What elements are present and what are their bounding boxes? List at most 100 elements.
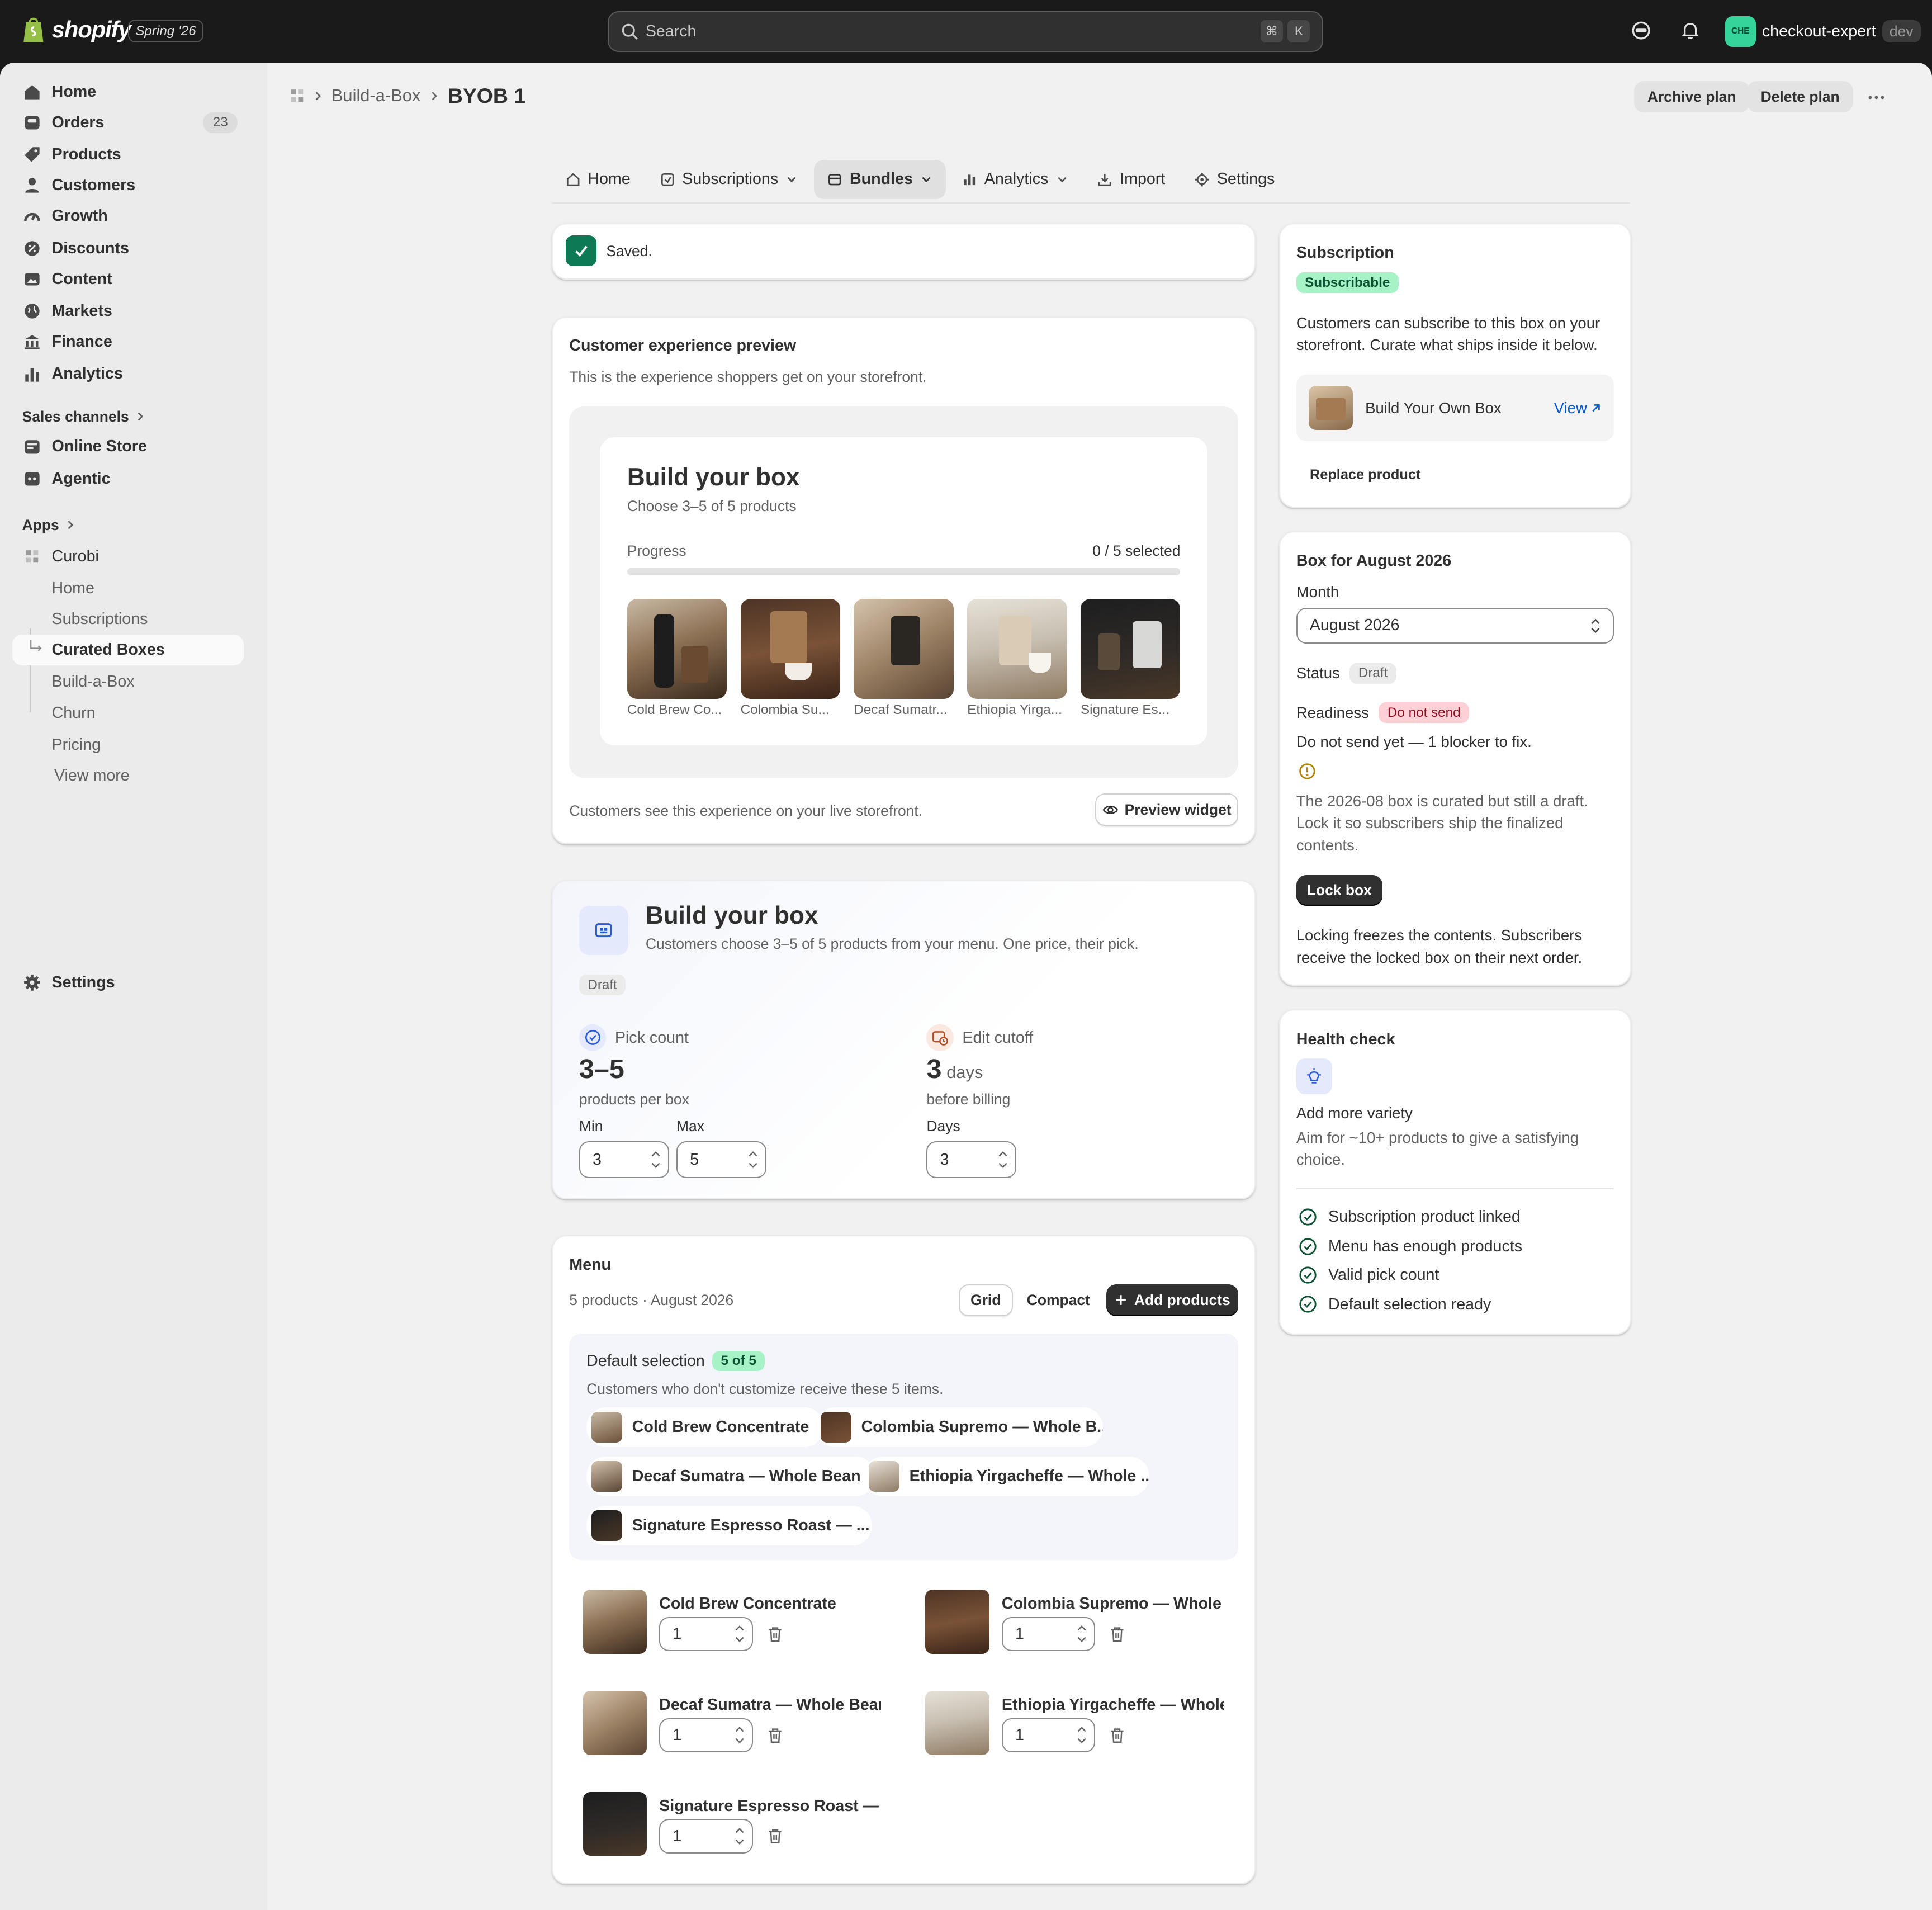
trash-icon[interactable] [765, 1826, 785, 1846]
stepper-arrows-icon[interactable] [1076, 1723, 1088, 1747]
notifications-button[interactable] [1678, 18, 1703, 43]
stepper-arrows-icon[interactable] [997, 1147, 1009, 1172]
shopify-logo[interactable]: shopify [22, 16, 131, 43]
quantity-value: 1 [1015, 1625, 1024, 1643]
sales-channels-header[interactable]: Sales channels [22, 408, 145, 426]
readiness-label: Readiness [1296, 703, 1369, 721]
lock-box-button[interactable]: Lock box [1296, 874, 1382, 906]
app-item-pricing[interactable]: Pricing [12, 730, 244, 760]
sidebar-item-label: Home [51, 82, 97, 101]
edit-cutoff-label: Edit cutoff [962, 1029, 1034, 1047]
trash-icon[interactable] [765, 1624, 785, 1644]
search-input[interactable]: Search ⌘ K [607, 11, 1324, 52]
view-product-link[interactable]: View [1554, 399, 1602, 417]
logo-text: shopify [51, 16, 131, 42]
sidebar-item-analytics[interactable]: Analytics [12, 358, 244, 389]
more-actions-button[interactable] [1863, 85, 1890, 110]
subscribable-badge: Subscribable [1296, 272, 1399, 293]
app-item-churn[interactable]: Churn [12, 698, 244, 729]
sidebar-item-finance[interactable]: Finance [12, 327, 244, 357]
divider [1296, 1188, 1614, 1189]
quantity-stepper[interactable]: 1 [659, 1718, 753, 1753]
sidebar-item-products[interactable]: Products [12, 139, 244, 170]
section-label: Sales channels [22, 408, 129, 425]
widget-product[interactable]: Signature Es... [1080, 599, 1182, 718]
sidebar-item-discounts[interactable]: Discounts [12, 233, 244, 264]
tab-analytics[interactable]: Analytics [949, 160, 1082, 200]
widget-product[interactable]: Decaf Sumatr... [854, 599, 955, 718]
widget-product[interactable]: Colombia Su... [740, 599, 842, 718]
stepper-arrows-icon[interactable] [1076, 1621, 1088, 1646]
store-switcher[interactable]: CHE checkout-expert dev [1725, 16, 1921, 47]
tab-subscriptions[interactable]: Subscriptions [646, 160, 811, 200]
box-subtitle: Customers choose 3–5 of 5 products from … [645, 935, 1139, 952]
status-row: Status Draft [1296, 663, 1396, 684]
breadcrumb-parent-link[interactable]: Build-a-Box [332, 86, 420, 106]
quantity-stepper[interactable]: 1 [659, 1616, 753, 1652]
stepper-arrows-icon[interactable] [733, 1824, 746, 1848]
widget-product[interactable]: Ethiopia Yirga... [967, 599, 1068, 718]
sidebar-item-growth[interactable]: Growth [12, 201, 244, 231]
apps-header[interactable]: Apps [22, 517, 75, 534]
customer-preview-card: Customer experience preview This is the … [552, 316, 1256, 844]
min-stepper[interactable]: 3 [579, 1141, 669, 1179]
min-label: Min [579, 1118, 603, 1135]
health-check-item: Valid pick count [1299, 1266, 1439, 1284]
chip-image [591, 1460, 623, 1492]
stepper-arrows-icon[interactable] [650, 1147, 662, 1172]
default-chip: Cold Brew Concentrate [586, 1407, 824, 1447]
archive-plan-button[interactable]: Archive plan [1633, 81, 1750, 112]
quantity-stepper[interactable]: 1 [659, 1819, 753, 1854]
tab-settings[interactable]: Settings [1181, 160, 1289, 200]
tab-bundles[interactable]: Bundles [814, 159, 946, 200]
app-item-subscriptions[interactable]: Subscriptions [12, 604, 244, 635]
app-item-view-more[interactable]: View more [12, 760, 244, 791]
grid-view-button[interactable]: Grid [958, 1284, 1013, 1316]
quantity-value: 1 [673, 1625, 682, 1643]
add-products-button[interactable]: Add products [1106, 1284, 1239, 1316]
quantity-stepper[interactable]: 1 [1001, 1718, 1096, 1753]
sidebar-item-customers[interactable]: Customers [12, 170, 244, 201]
trash-icon[interactable] [1107, 1624, 1127, 1644]
delete-plan-button[interactable]: Delete plan [1747, 81, 1853, 112]
chip-label: Signature Espresso Roast — ... [632, 1516, 870, 1535]
app-item-build-a-box[interactable]: Build-a-Box [12, 666, 244, 697]
sidebar-item-orders[interactable]: Orders 23 [12, 107, 244, 138]
status-badge: Draft [579, 975, 626, 996]
app-item-home[interactable]: Home [12, 573, 244, 604]
tab-label: Subscriptions [682, 170, 779, 188]
sidebar-item-online-store[interactable]: Online Store [12, 431, 244, 462]
app-item-curated-boxes[interactable]: Curated Boxes [12, 635, 244, 666]
tab-import[interactable]: Import [1084, 160, 1178, 200]
sidekick-button[interactable] [1629, 18, 1654, 43]
quantity-stepper[interactable]: 1 [1001, 1616, 1096, 1652]
trash-icon[interactable] [765, 1725, 785, 1745]
days-stepper[interactable]: 3 [926, 1141, 1017, 1179]
store-name: checkout-expert [1761, 22, 1876, 40]
max-stepper[interactable]: 5 [676, 1141, 766, 1179]
sidebar-item-curobi[interactable]: Curobi [12, 541, 244, 572]
linked-product: Build Your Own Box View [1296, 375, 1614, 442]
stepper-arrows-icon[interactable] [733, 1723, 746, 1747]
sidebar-item-agentic[interactable]: Agentic [12, 464, 244, 494]
admin-frame: Home Orders 23 Products Customers Growth… [0, 63, 1932, 1910]
stepper-arrows-icon[interactable] [747, 1147, 759, 1172]
widget-product[interactable]: Cold Brew Co... [627, 599, 728, 718]
sidebar-item-content[interactable]: Content [12, 264, 244, 295]
default-chip: Ethiopia Yirgacheffe — Whole ... [864, 1457, 1150, 1496]
sidebar-item-label: Curated Boxes [51, 641, 165, 659]
sidebar-item-markets[interactable]: Markets [12, 296, 244, 327]
sidebar-item-home[interactable]: Home [12, 77, 244, 107]
compact-view-button[interactable]: Compact [1025, 1284, 1092, 1316]
progress-count: 0 / 5 selected [1092, 542, 1181, 559]
stepper-arrows-icon[interactable] [733, 1621, 746, 1646]
widget-subtitle: Choose 3–5 of 5 products [627, 498, 797, 515]
trash-icon[interactable] [1107, 1725, 1127, 1745]
status-label: Status [1296, 664, 1340, 682]
tab-home[interactable]: Home [552, 160, 644, 200]
check-circle-icon [1299, 1208, 1317, 1226]
sidebar-item-settings[interactable]: Settings [12, 967, 244, 998]
month-select[interactable]: August 2026 [1296, 607, 1614, 644]
preview-widget-button[interactable]: Preview widget [1095, 793, 1239, 826]
replace-product-button[interactable]: Replace product [1310, 467, 1420, 483]
